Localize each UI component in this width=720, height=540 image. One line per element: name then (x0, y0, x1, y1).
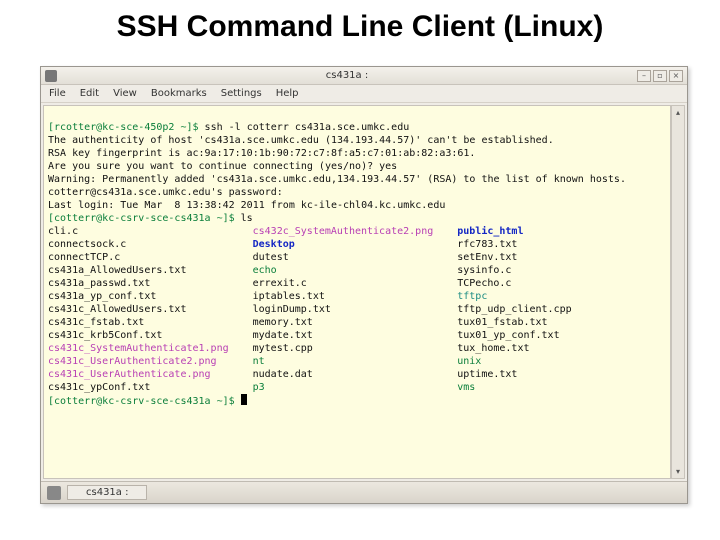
ls-entry: tux_home.txt (457, 343, 529, 354)
slide-title: SSH Command Line Client (Linux) (0, 0, 720, 56)
ls-entry: sysinfo.c (457, 265, 511, 276)
taskbar-app-icon[interactable] (47, 486, 61, 500)
terminal-viewport[interactable]: [rcotter@kc-sce-450p2 ~]$ ssh -l cotterr… (43, 105, 671, 479)
menu-view[interactable]: View (113, 88, 137, 99)
window-close-button[interactable]: × (669, 70, 683, 82)
menubar: File Edit View Bookmarks Settings Help (41, 85, 687, 103)
ls-entry: cs431c_fstab.txt (48, 317, 144, 328)
terminal-scrollbar[interactable]: ▴ ▾ (671, 105, 685, 479)
command-text: ssh -l cotterr cs431a.sce.umkc.edu (205, 122, 410, 133)
window-titlebar[interactable]: cs431a : – ▫ × (41, 67, 687, 85)
window-sysmenu-icon[interactable] (45, 70, 57, 82)
window-taskbar: cs431a : (41, 481, 687, 503)
prompt: [cotterr@kc-csrv-sce-cs431a ~]$ (48, 396, 241, 407)
ls-entry: cs431c_UserAuthenticate2.png (48, 356, 217, 367)
taskbar-window-button[interactable]: cs431a : (67, 485, 147, 500)
ls-column: public_html rfc783.txt setEnv.txt sysinf… (457, 225, 571, 394)
terminal-output: The authenticity of host 'cs431a.sce.umk… (48, 135, 554, 146)
ls-output: cli.c connectsock.c connectTCP.c cs431a_… (48, 225, 666, 394)
ls-entry: cs431a_passwd.txt (48, 278, 150, 289)
ls-entry: mytest.cpp (253, 343, 313, 354)
ls-column: cs432c_SystemAuthenticate2.png Desktop d… (253, 225, 434, 394)
terminal-window: cs431a : – ▫ × File Edit View Bookmarks … (40, 66, 688, 504)
ls-entry: connectTCP.c (48, 252, 120, 263)
ls-entry: cs431c_AllowedUsers.txt (48, 304, 186, 315)
ls-entry: errexit.c (253, 278, 307, 289)
terminal-output: Last login: Tue Mar 8 13:38:42 2011 from… (48, 200, 445, 211)
scroll-up-arrow-icon[interactable]: ▴ (676, 108, 680, 117)
ls-entry: cs431a_AllowedUsers.txt (48, 265, 186, 276)
ls-entry: TCPecho.c (457, 278, 511, 289)
ls-entry: setEnv.txt (457, 252, 517, 263)
ls-entry: public_html (457, 226, 523, 237)
scroll-down-arrow-icon[interactable]: ▾ (676, 467, 680, 476)
ls-entry: nt (253, 356, 265, 367)
ls-entry: tux01_yp_conf.txt (457, 330, 559, 341)
terminal-output: cotterr@cs431a.sce.umkc.edu's password: (48, 187, 283, 198)
ls-entry: Desktop (253, 239, 295, 250)
menu-settings[interactable]: Settings (221, 88, 262, 99)
ls-entry: memory.txt (253, 317, 313, 328)
ls-entry: connectsock.c (48, 239, 126, 250)
terminal-output: Warning: Permanently added 'cs431a.sce.u… (48, 174, 626, 185)
ls-entry: cli.c (48, 226, 78, 237)
ls-entry: cs431c_ypConf.txt (48, 382, 150, 393)
ls-entry: vms (457, 382, 475, 393)
ls-entry: cs431c_krb5Conf.txt (48, 330, 162, 341)
ls-entry: tftp_udp_client.cpp (457, 304, 571, 315)
ls-entry: cs431a_yp_conf.txt (48, 291, 156, 302)
prompt: [rcotter@kc-sce-450p2 ~]$ (48, 122, 205, 133)
ls-entry: echo (253, 265, 277, 276)
ls-entry: tftpc (457, 291, 487, 302)
ls-entry: cs431c_UserAuthenticate.png (48, 369, 211, 380)
window-maximize-button[interactable]: ▫ (653, 70, 667, 82)
terminal-output: Are you sure you want to continue connec… (48, 161, 397, 172)
ls-entry: p3 (253, 382, 265, 393)
window-title: cs431a : (63, 70, 631, 81)
ls-entry: uptime.txt (457, 369, 517, 380)
menu-bookmarks[interactable]: Bookmarks (151, 88, 207, 99)
window-minimize-button[interactable]: – (637, 70, 651, 82)
ls-entry: cs431c_SystemAuthenticate1.png (48, 343, 229, 354)
ls-entry: unix (457, 356, 481, 367)
ls-entry: tux01_fstab.txt (457, 317, 547, 328)
command-text: ls (241, 213, 253, 224)
menu-help[interactable]: Help (276, 88, 299, 99)
menu-edit[interactable]: Edit (80, 88, 99, 99)
terminal-output: RSA key fingerprint is ac:9a:17:10:1b:90… (48, 148, 475, 159)
ls-entry: rfc783.txt (457, 239, 517, 250)
ls-entry: iptables.txt (253, 291, 325, 302)
prompt: [cotterr@kc-csrv-sce-cs431a ~]$ (48, 213, 241, 224)
terminal-cursor (241, 394, 247, 405)
ls-entry: mydate.txt (253, 330, 313, 341)
ls-entry: loginDump.txt (253, 304, 331, 315)
ls-column: cli.c connectsock.c connectTCP.c cs431a_… (48, 225, 229, 394)
ls-entry: cs432c_SystemAuthenticate2.png (253, 226, 434, 237)
ls-entry: nudate.dat (253, 369, 313, 380)
menu-file[interactable]: File (49, 88, 66, 99)
ls-entry: dutest (253, 252, 289, 263)
